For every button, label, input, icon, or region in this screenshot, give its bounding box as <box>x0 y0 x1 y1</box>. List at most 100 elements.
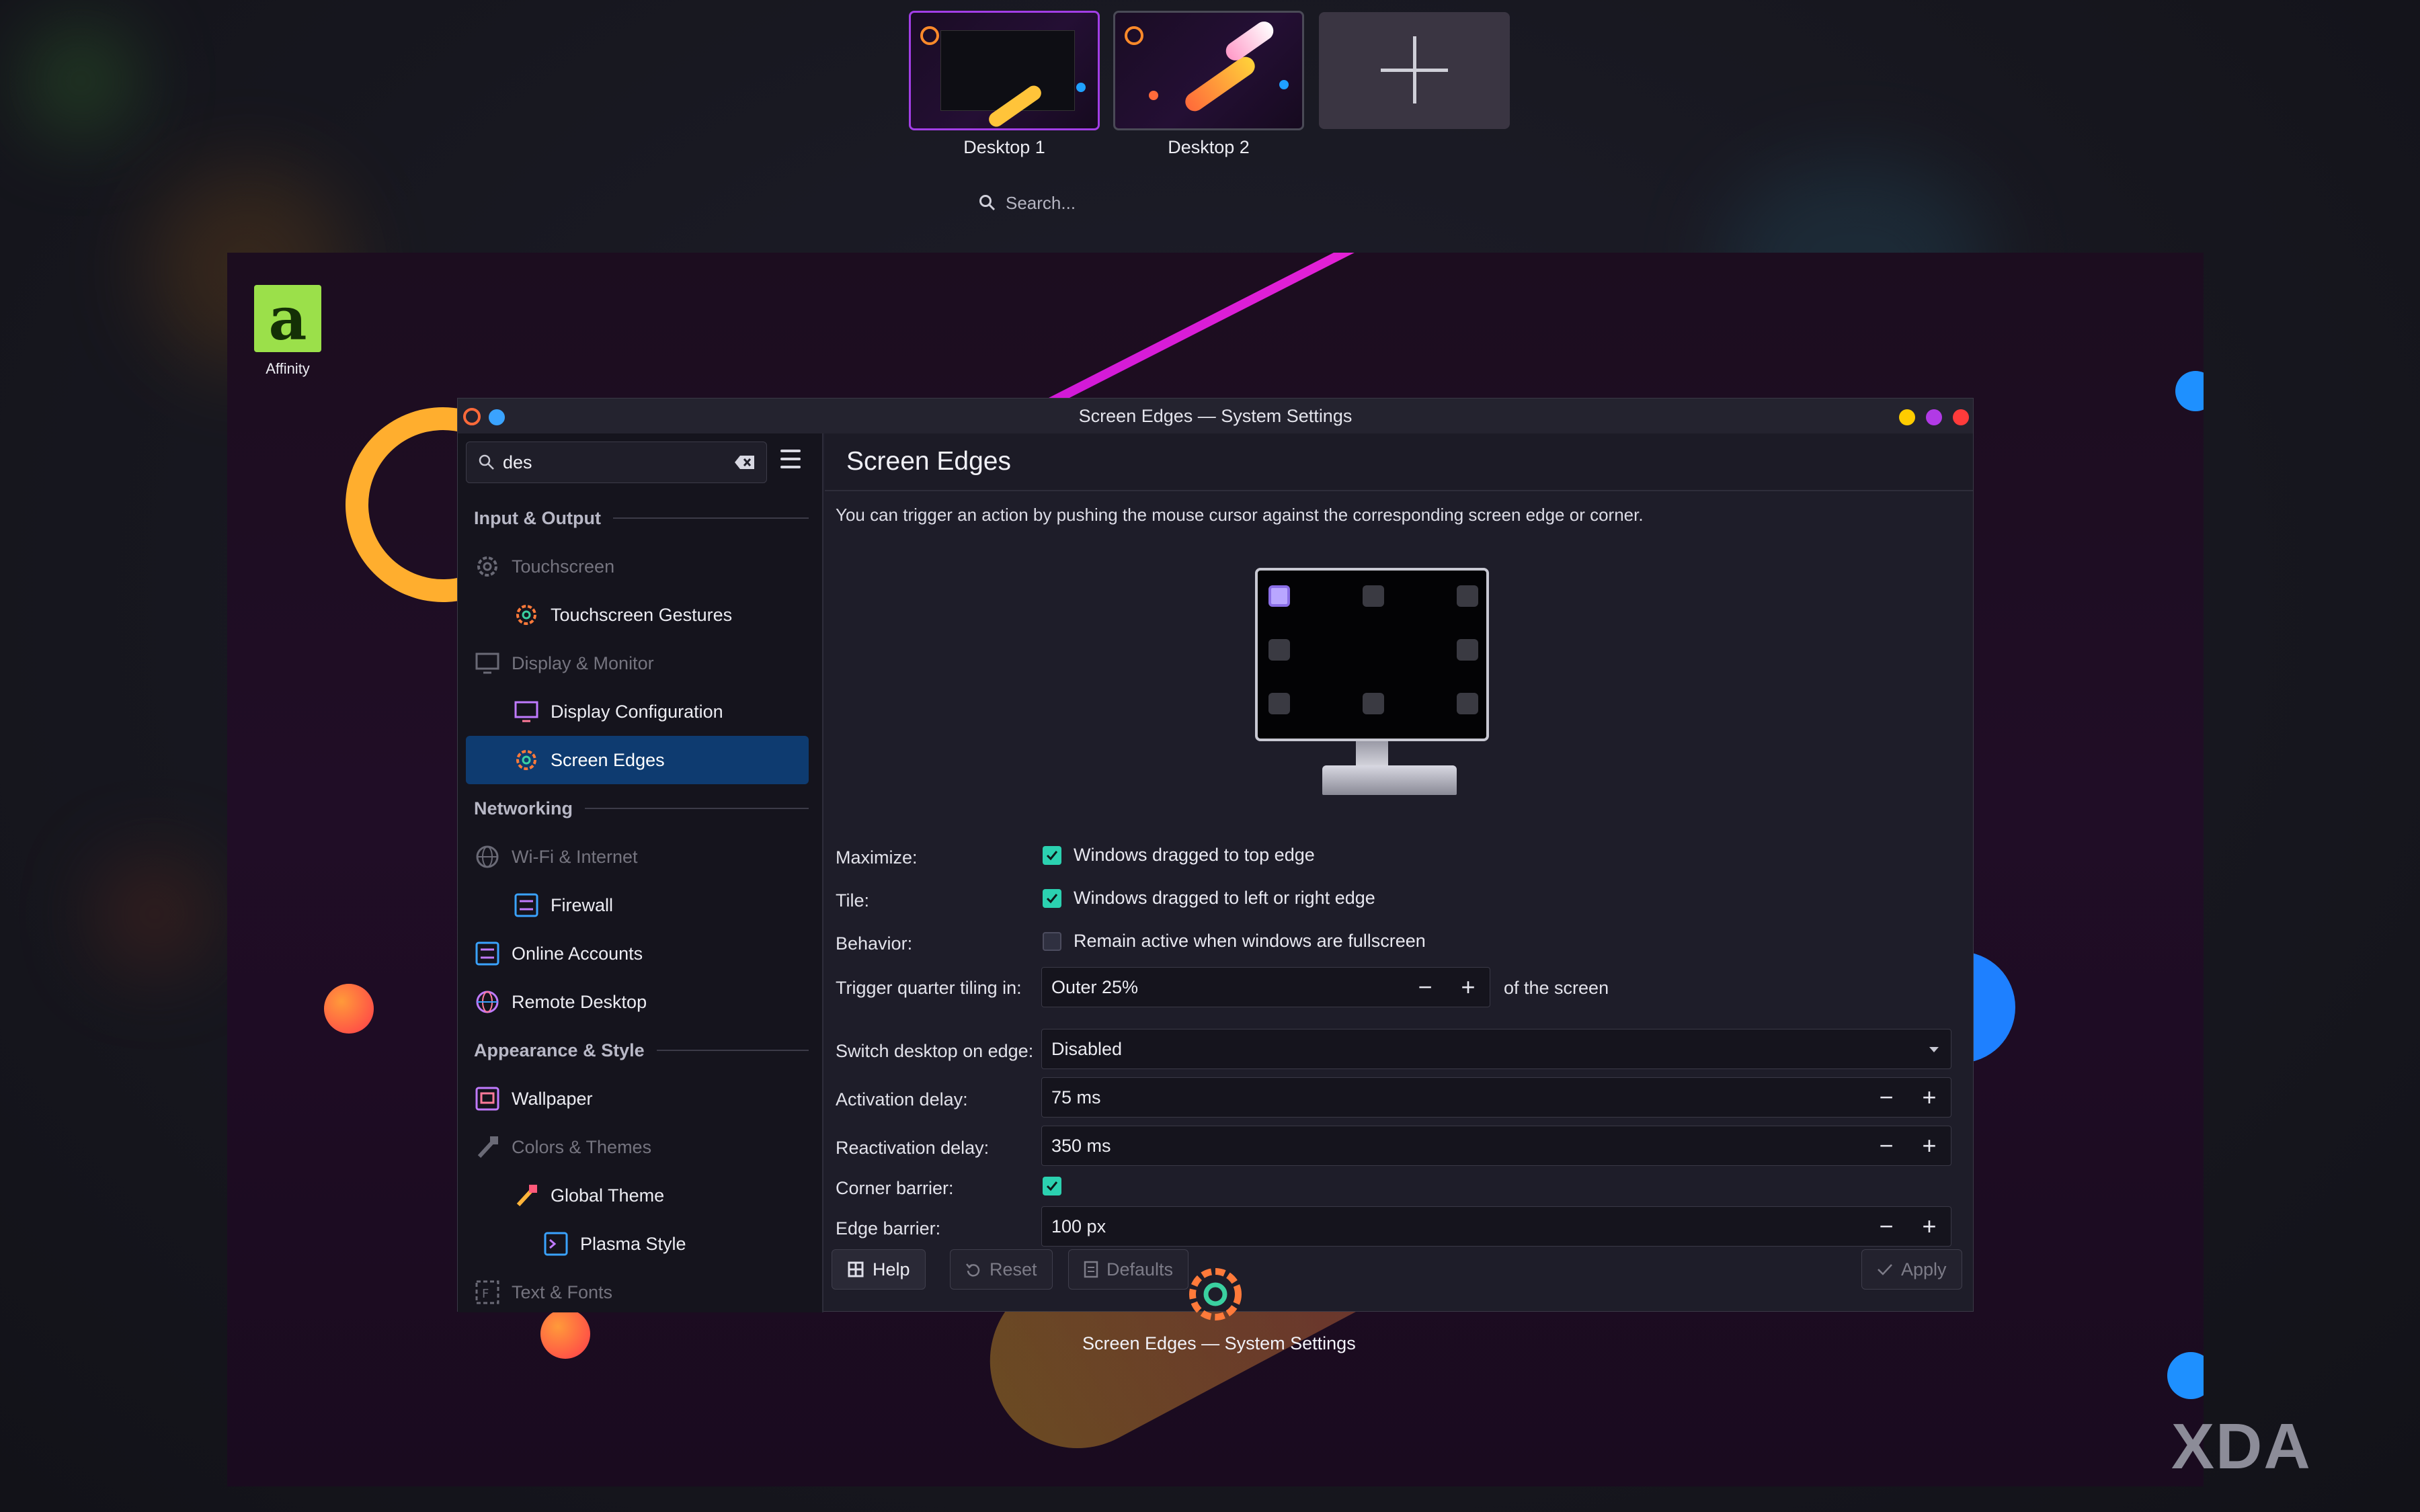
edge-bottom-right-button[interactable] <box>1457 693 1478 714</box>
monitor-stand <box>1356 741 1388 768</box>
decrement-button[interactable]: − <box>1404 968 1447 1007</box>
sidebar-item-firewall[interactable]: Firewall <box>466 881 809 929</box>
page-description: You can trigger an action by pushing the… <box>836 505 1644 525</box>
increment-button[interactable]: + <box>1908 1207 1951 1246</box>
search-icon <box>479 454 494 470</box>
section-input-output: Input & Output <box>466 494 809 542</box>
maximize-checkbox[interactable] <box>1043 845 1061 865</box>
defaults-button[interactable]: Defaults <box>1068 1249 1189 1290</box>
maximize-option[interactable]: Windows dragged to top edge <box>1043 845 1315 866</box>
thumbnail-window <box>940 30 1075 111</box>
edge-bottom-left-button[interactable] <box>1268 693 1290 714</box>
maximize-button[interactable] <box>1926 409 1942 425</box>
background-blob <box>101 860 208 968</box>
monitor-icon <box>512 697 541 726</box>
desktop-2-thumbnail[interactable] <box>1113 11 1304 130</box>
wallpaper-dot <box>2175 371 2204 411</box>
thumbnail-dot <box>1149 91 1158 100</box>
sidebar-item-label: Text & Fonts <box>512 1282 613 1302</box>
globe-icon <box>473 842 502 872</box>
edge-top-right-button[interactable] <box>1457 585 1478 607</box>
corner-barrier-option[interactable] <box>1043 1177 1061 1195</box>
edge-top-left-button[interactable] <box>1268 585 1290 607</box>
sidebar-item-wifi[interactable]: Wi-Fi & Internet <box>466 833 809 881</box>
minimize-button[interactable] <box>1899 409 1915 425</box>
edge-top-button[interactable] <box>1363 585 1384 607</box>
edge-barrier-value: 100 px <box>1051 1216 1106 1236</box>
behavior-checkbox[interactable] <box>1043 931 1061 951</box>
system-settings-window: Screen Edges — System Settings Input & O… <box>457 398 1974 1312</box>
sidebar-search-input[interactable] <box>503 452 731 473</box>
gear-icon <box>473 552 502 581</box>
decrement-button[interactable]: − <box>1865 1126 1908 1165</box>
increment-button[interactable]: + <box>1908 1126 1951 1165</box>
edge-left-button[interactable] <box>1268 639 1290 661</box>
overview-search[interactable]: Search... <box>979 190 1221 216</box>
defaults-label: Defaults <box>1106 1259 1174 1279</box>
sidebar-item-screen-edges[interactable]: Screen Edges <box>466 736 809 784</box>
sidebar-item-display-monitor[interactable]: Display & Monitor <box>466 639 809 687</box>
gear-icon <box>512 745 541 775</box>
desktop-1-thumbnail[interactable] <box>909 11 1100 130</box>
sidebar-item-label: Remote Desktop <box>512 991 647 1012</box>
thumbnail-ring <box>1125 26 1143 45</box>
sidebar-item-label: Wi-Fi & Internet <box>512 846 638 867</box>
window-titlebar[interactable]: Screen Edges — System Settings <box>458 398 1973 433</box>
sidebar-item-label: Display Configuration <box>551 701 723 722</box>
tile-option[interactable]: Windows dragged to left or right edge <box>1043 888 1375 909</box>
behavior-option[interactable]: Remain active when windows are fullscree… <box>1043 931 1426 952</box>
help-button[interactable]: Help <box>832 1249 926 1290</box>
sidebar-item-remote-desktop[interactable]: Remote Desktop <box>466 978 809 1026</box>
app-menu-icon[interactable] <box>463 408 481 425</box>
wallpaper-dot <box>540 1309 590 1359</box>
switch-desktop-label: Switch desktop on edge: <box>836 1041 1034 1061</box>
sidebar-item-touchscreen-gestures[interactable]: Touchscreen Gestures <box>466 591 809 639</box>
pin-button[interactable] <box>489 409 505 425</box>
sidebar-item-display-configuration[interactable]: Display Configuration <box>466 687 809 736</box>
sidebar-item-text-fonts[interactable]: F Text & Fonts <box>466 1268 809 1316</box>
tile-checkbox[interactable] <box>1043 888 1061 908</box>
behavior-text: Remain active when windows are fullscree… <box>1074 931 1426 951</box>
system-settings-gear-icon[interactable] <box>1182 1261 1249 1328</box>
reset-button[interactable]: Reset <box>950 1249 1053 1290</box>
affinity-app-icon[interactable]: a <box>254 284 321 353</box>
hamburger-menu-button[interactable] <box>780 450 803 475</box>
add-desktop-button[interactable] <box>1319 12 1510 129</box>
decrement-button[interactable]: − <box>1865 1078 1908 1117</box>
help-icon <box>848 1261 864 1277</box>
switch-desktop-dropdown[interactable]: Disabled <box>1041 1029 1951 1069</box>
window-title: Screen Edges — System Settings <box>1078 405 1353 426</box>
section-label: Appearance & Style <box>474 1040 645 1060</box>
sidebar-item-global-theme[interactable]: Global Theme <box>466 1171 809 1220</box>
corner-barrier-checkbox[interactable] <box>1043 1177 1061 1195</box>
sidebar-search[interactable] <box>466 442 767 483</box>
sidebar-item-colors-themes[interactable]: Colors & Themes <box>466 1123 809 1171</box>
desktop-1-label[interactable]: Desktop 1 <box>909 137 1100 158</box>
monitor-base <box>1322 765 1457 795</box>
desktop-2-label[interactable]: Desktop 2 <box>1113 137 1304 158</box>
edge-bottom-button[interactable] <box>1363 693 1384 714</box>
clear-search-icon[interactable] <box>734 454 756 470</box>
content-pane: Screen Edges You can trigger an action b… <box>825 433 1973 1312</box>
decrement-button[interactable]: − <box>1865 1207 1908 1246</box>
affinity-app-label[interactable]: Affinity <box>241 360 335 378</box>
checkmark-icon <box>1878 1264 1892 1275</box>
thumbnail-dot <box>1076 83 1086 92</box>
edge-barrier-spinbox[interactable]: 100 px − + <box>1041 1206 1951 1247</box>
sidebar-item-wallpaper[interactable]: Wallpaper <box>466 1075 809 1123</box>
sidebar-item-plasma-style[interactable]: Plasma Style <box>466 1220 809 1268</box>
edge-right-button[interactable] <box>1457 639 1478 661</box>
apply-button[interactable]: Apply <box>1861 1249 1962 1290</box>
behavior-label: Behavior: <box>836 933 913 954</box>
document-icon <box>1084 1261 1098 1278</box>
activation-delay-spinbox[interactable]: 75 ms − + <box>1041 1077 1951 1118</box>
reactivation-delay-spinbox[interactable]: 350 ms − + <box>1041 1126 1951 1166</box>
close-button[interactable] <box>1953 409 1969 425</box>
quarter-tiling-spinbox[interactable]: Outer 25% − + <box>1041 967 1490 1007</box>
increment-button[interactable]: + <box>1908 1078 1951 1117</box>
increment-button[interactable]: + <box>1447 968 1490 1007</box>
sidebar-item-online-accounts[interactable]: Online Accounts <box>466 929 809 978</box>
brush-icon <box>473 1132 502 1162</box>
sidebar-item-touchscreen[interactable]: Touchscreen <box>466 542 809 591</box>
page-title: Screen Edges <box>825 433 1973 491</box>
